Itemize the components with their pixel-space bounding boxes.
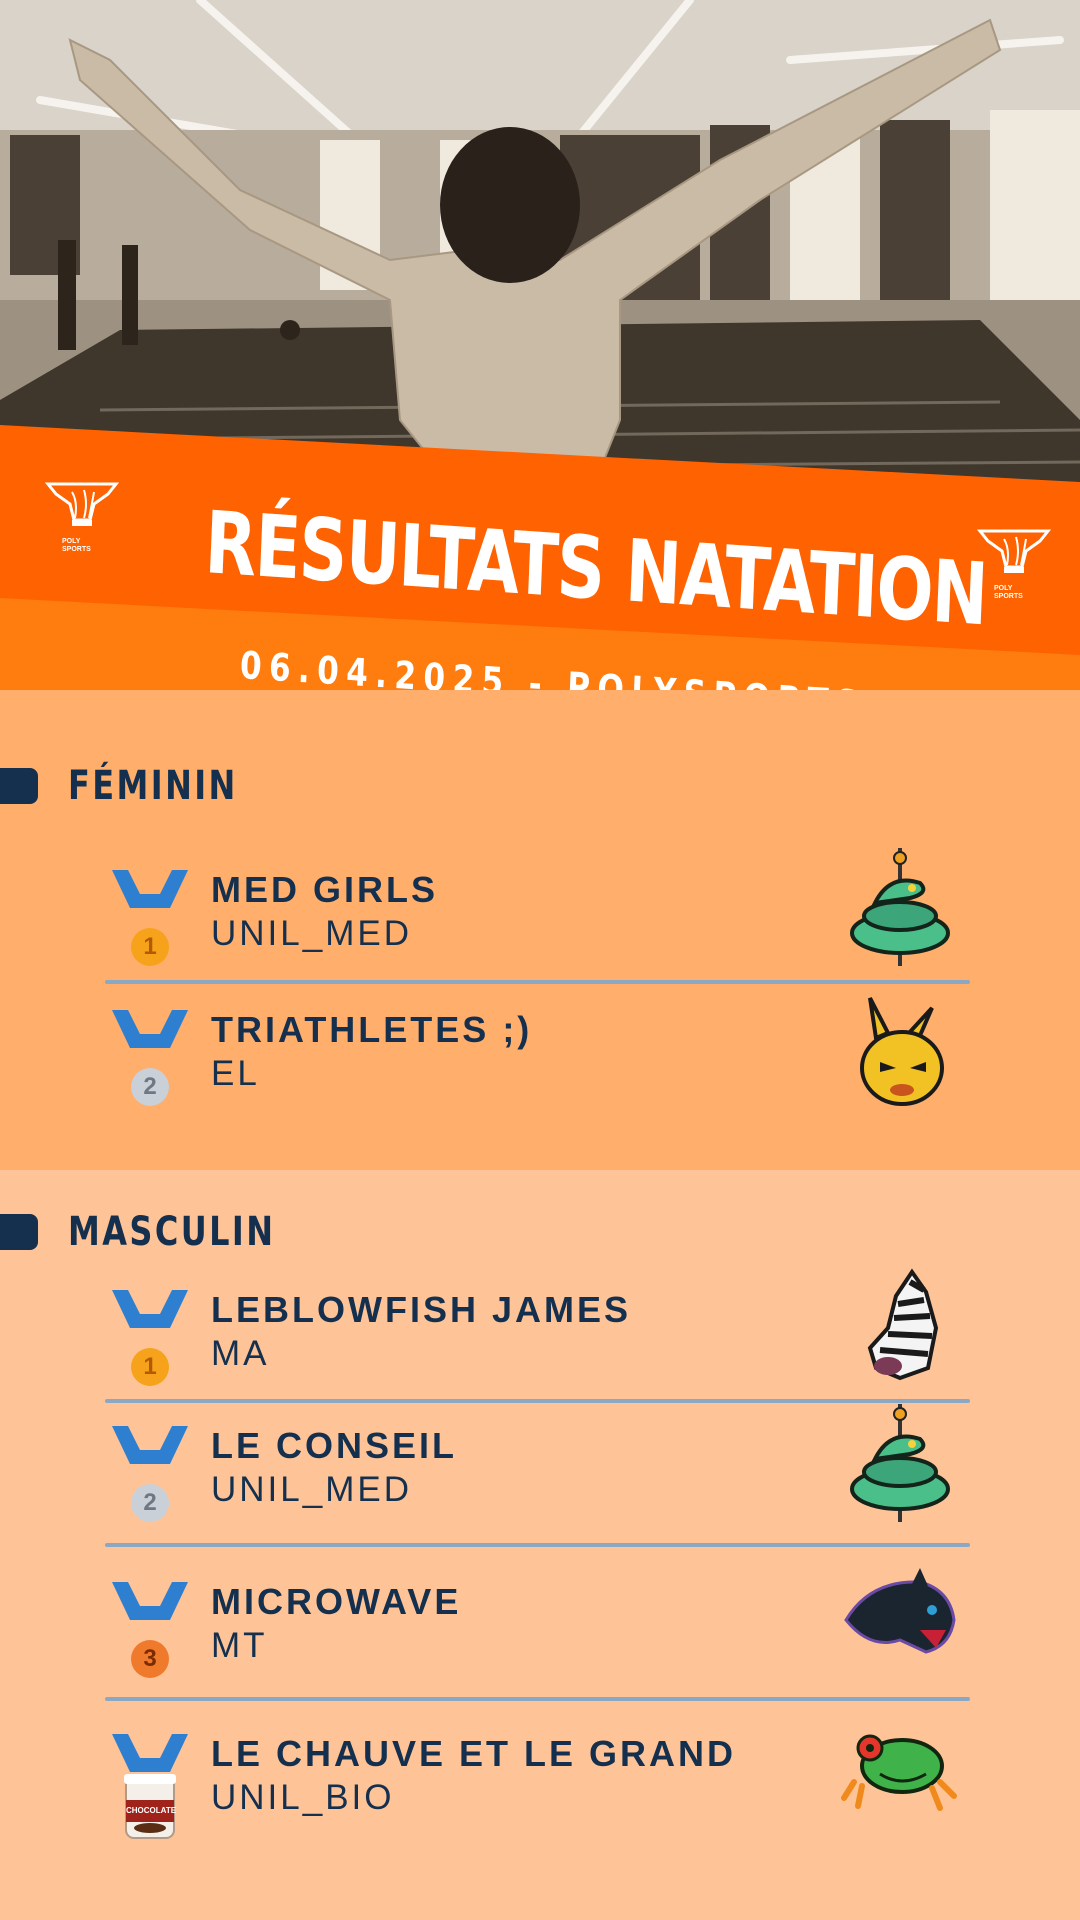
medal-rank: 2 xyxy=(143,1073,157,1100)
result-row: 2 LE CONSEIL UNIL_MED xyxy=(105,1404,975,1544)
logo-text: POLY SPORTS xyxy=(62,538,91,553)
gold-medal-icon: 1 xyxy=(110,1288,190,1398)
jar-label: CHOCOLATE xyxy=(126,1806,177,1815)
team-school: UNIL_MED xyxy=(211,914,412,953)
result-row: 1 MED GIRLS UNIL_MED xyxy=(105,848,975,988)
result-row: 3 MICROWAVE MT xyxy=(105,1568,975,1700)
team-name: LE CHAUVE ET LE GRAND xyxy=(211,1733,737,1774)
team-name: LEBLOWFISH JAMES xyxy=(211,1289,632,1330)
zebra-mascot-icon xyxy=(840,1268,960,1388)
trophy-logo-icon xyxy=(44,482,120,526)
result-row: 1 LEBLOWFISH JAMES MA xyxy=(105,1268,975,1408)
row-divider xyxy=(105,1399,970,1403)
team-name: LE CONSEIL xyxy=(211,1425,458,1466)
gold-medal-icon: 1 xyxy=(110,868,190,978)
result-row: CHOCOLATE LE CHAUVE ET LE GRAND UNIL_BIO xyxy=(105,1732,975,1852)
medal-rank: 1 xyxy=(143,933,157,960)
result-row: 2 TRIATHLETES ;) EL xyxy=(105,997,975,1128)
team-school: EL xyxy=(211,1054,260,1093)
section-heading-masculin: MASCULIN xyxy=(68,1209,276,1255)
team-school: MA xyxy=(211,1334,270,1373)
team-school: UNIL_BIO xyxy=(211,1778,395,1817)
team-school: MT xyxy=(211,1626,268,1665)
frog-mascot-icon xyxy=(840,1712,960,1832)
chocolate-jar-medal-icon: CHOCOLATE xyxy=(110,1732,190,1842)
team-name: MED GIRLS xyxy=(211,869,439,910)
silver-medal-icon: 2 xyxy=(110,1008,190,1118)
snake-mascot-icon xyxy=(840,1404,960,1524)
medal-rank: 1 xyxy=(143,1353,157,1380)
team-name: TRIATHLETES ;) xyxy=(211,1009,533,1050)
section-marker xyxy=(0,768,38,804)
row-divider xyxy=(105,980,970,984)
row-divider xyxy=(105,1543,970,1547)
section-heading-feminin: FÉMININ xyxy=(68,763,238,809)
panther-mascot-icon xyxy=(840,1560,960,1680)
team-school: UNIL_MED xyxy=(211,1470,412,1509)
silver-medal-icon: 2 xyxy=(110,1424,190,1534)
medal-rank: 2 xyxy=(143,1489,157,1516)
logo-text: POLY SPORTS xyxy=(994,585,1023,600)
row-divider xyxy=(105,1697,970,1701)
hero-photo xyxy=(0,0,1080,500)
section-marker xyxy=(0,1214,38,1250)
polysports-logo-left: POLY SPORTS xyxy=(42,478,122,558)
bronze-medal-icon: 3 xyxy=(110,1580,190,1690)
medal-rank: 3 xyxy=(143,1645,157,1672)
team-name: MICROWAVE xyxy=(211,1581,462,1622)
electric-mouse-mascot-icon xyxy=(840,988,960,1108)
snake-mascot-icon xyxy=(840,848,960,968)
